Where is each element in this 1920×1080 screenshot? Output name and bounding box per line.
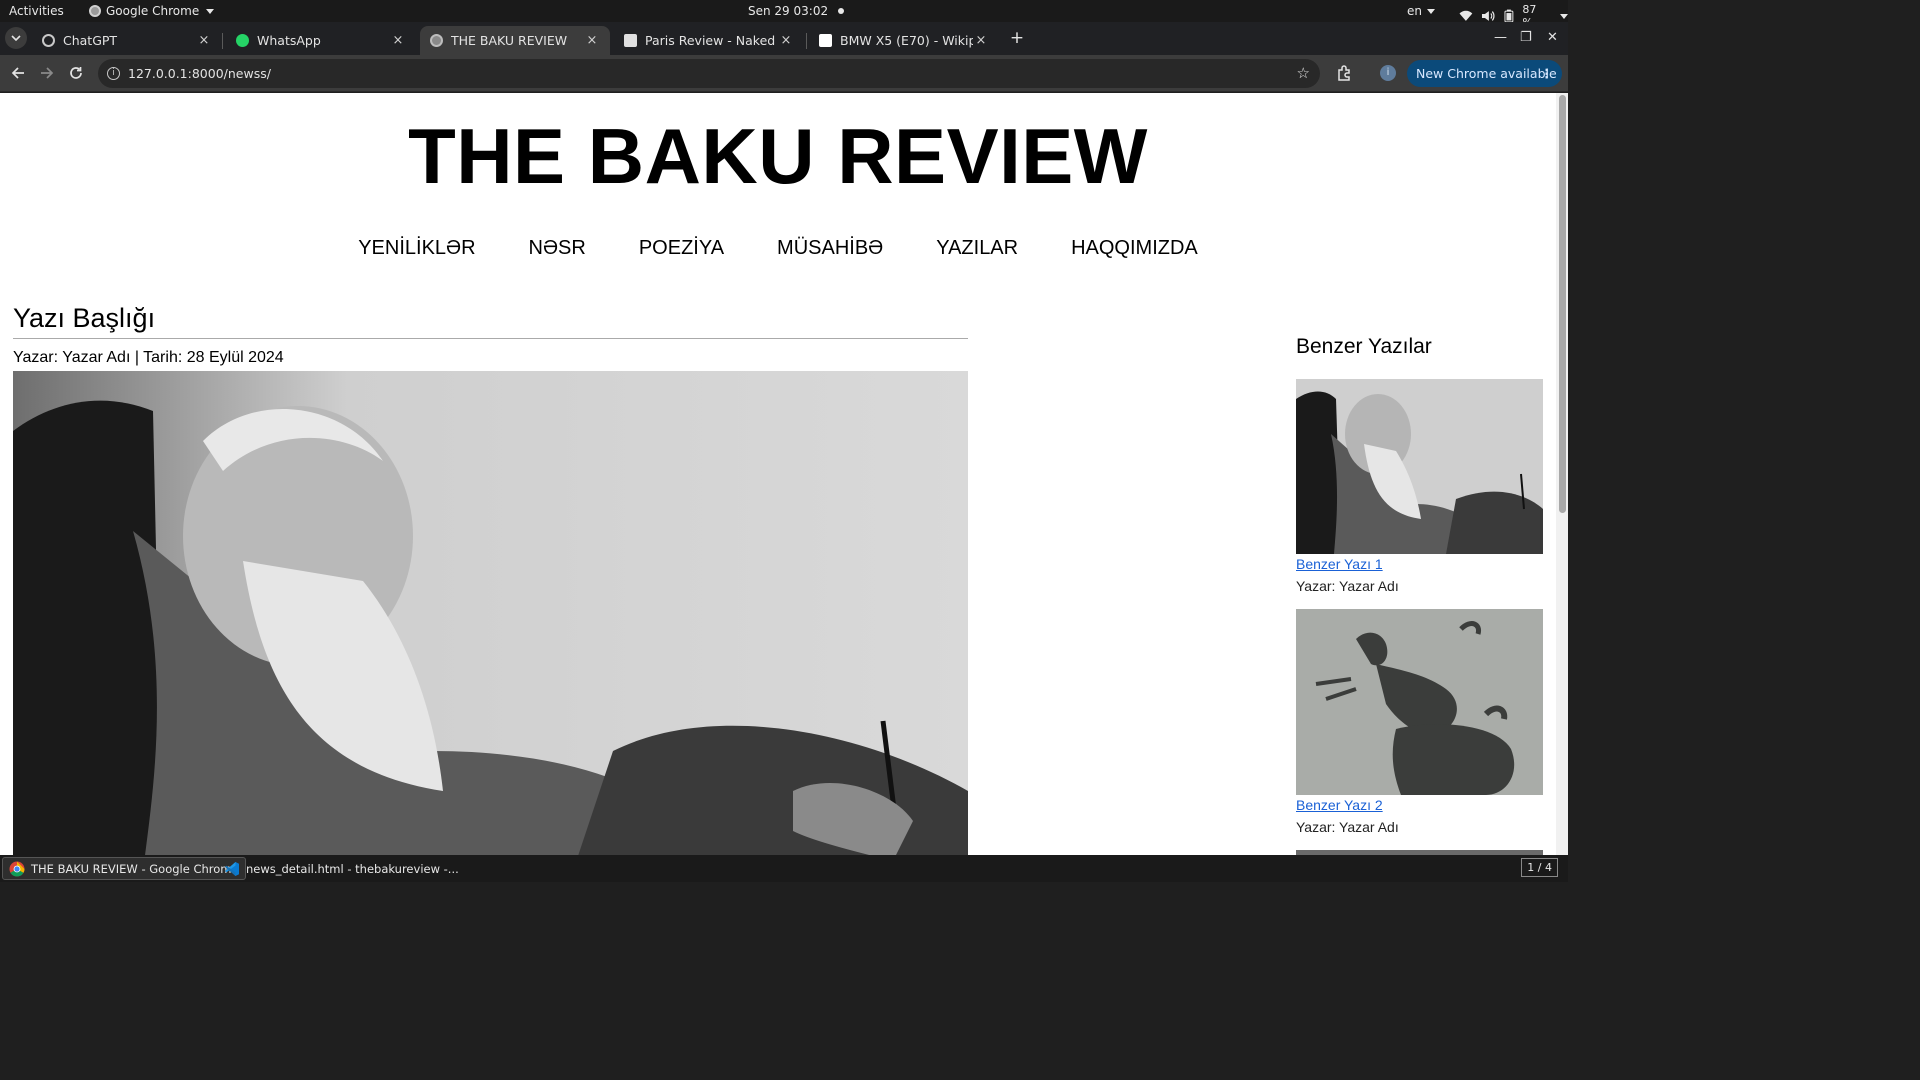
system-top-bar: Activities Google Chrome Sen 29 03:02 en… <box>0 0 1568 29</box>
update-label: New Chrome available <box>1416 66 1557 81</box>
nav-item-yenilikler[interactable]: YENİLİKLƏR <box>358 237 475 260</box>
tab-chatgpt[interactable]: ChatGPT × <box>32 26 222 55</box>
page-scrollbar[interactable] <box>1556 93 1568 855</box>
site-info-icon[interactable]: i <box>107 67 120 80</box>
arrow-left-icon <box>11 67 24 79</box>
address-url: 127.0.0.1:8000/newss/ <box>128 66 271 81</box>
wifi-icon <box>1459 10 1473 21</box>
volume-icon <box>1481 11 1495 21</box>
chatgpt-icon <box>42 34 55 47</box>
nav-item-haqqimizda[interactable]: HAQQIMIZDA <box>1071 237 1198 260</box>
taskbar-item-label: THE BAKU REVIEW - Google Chrome <box>31 861 239 876</box>
close-icon[interactable]: × <box>390 33 406 48</box>
related-link[interactable]: Benzer Yazı 2 <box>1296 797 1543 813</box>
chevron-down-icon <box>11 35 21 41</box>
reload-icon <box>70 67 82 79</box>
nav-item-poeziya[interactable]: POEZİYA <box>639 237 724 260</box>
article-hero-image <box>13 371 968 855</box>
address-bar[interactable]: i 127.0.0.1:8000/newss/ ☆ <box>98 59 1320 88</box>
nav-item-nesr[interactable]: NƏSR <box>529 237 586 260</box>
wikipedia-icon <box>819 34 832 47</box>
article-title: Yazı Başlığı <box>13 303 968 339</box>
chevron-down-icon <box>1559 13 1568 19</box>
paris-review-icon <box>624 34 637 47</box>
related-item: Benzer Yazı 1 Yazar: Yazar Adı <box>1296 379 1543 594</box>
portrait-photo <box>13 371 968 855</box>
forward-button[interactable] <box>38 64 56 82</box>
taskbar-item-label: news_detail.html - thebakureview -... <box>246 861 459 876</box>
chrome-icon <box>9 861 25 877</box>
app-menu-label: Google Chrome <box>106 4 200 18</box>
bookmark-star-icon[interactable]: ☆ <box>1297 64 1310 82</box>
tab-divider <box>806 33 807 49</box>
related-author: Yazar: Yazar Adı <box>1296 578 1399 594</box>
workspace-pager[interactable]: 1 / 4 <box>1521 858 1558 877</box>
tab-whatsapp[interactable]: WhatsApp × <box>226 26 416 55</box>
tab-search-button[interactable] <box>5 27 27 49</box>
vscode-icon <box>225 861 239 876</box>
close-icon[interactable]: × <box>584 33 600 48</box>
tab-strip: ChatGPT × WhatsApp × THE BAKU REVIEW × P… <box>0 22 1568 55</box>
tab-baku-review[interactable]: THE BAKU REVIEW × <box>420 26 610 55</box>
taskbar-item-vscode[interactable]: news_detail.html - thebakureview -... <box>218 857 465 880</box>
back-button[interactable] <box>9 64 27 82</box>
scrollbar-thumb[interactable] <box>1559 95 1566 513</box>
close-icon[interactable]: × <box>973 33 989 48</box>
battery-icon <box>1504 9 1513 23</box>
tab-title: ChatGPT <box>63 33 118 48</box>
site-title[interactable]: THE BAKU REVIEW <box>0 111 1556 202</box>
nav-item-yazilar[interactable]: YAZILAR <box>936 237 1018 260</box>
whatsapp-icon <box>236 34 249 47</box>
related-thumbnail[interactable] <box>1296 379 1543 554</box>
clock-label: Sen 29 03:02 <box>748 4 829 18</box>
app-menu[interactable]: Google Chrome <box>89 4 215 18</box>
page-viewport: THE BAKU REVIEW YENİLİKLƏR NƏSR POEZİYA … <box>0 93 1568 855</box>
sidebar-heading: Benzer Yazılar <box>1296 335 1432 358</box>
related-item: Benzer Yazı 2 Yazar: Yazar Adı <box>1296 609 1543 835</box>
related-sidebar: Benzer Yazılar Benzer Yazı 1 Yazar: Yaza… <box>1296 335 1543 855</box>
close-icon[interactable]: × <box>196 33 212 48</box>
taskbar: THE BAKU REVIEW - Google Chrome news_det… <box>0 855 1568 882</box>
related-link[interactable]: Benzer Yazı 1 <box>1296 556 1543 572</box>
arrow-right-icon <box>41 67 54 79</box>
chrome-update-button[interactable]: New Chrome available ⋮ <box>1407 60 1562 87</box>
tab-paris-review[interactable]: Paris Review - Naked × <box>614 26 804 55</box>
chevron-down-icon <box>206 8 215 14</box>
portrait-thumbnail <box>1296 379 1543 554</box>
article-meta: Yazar: Yazar Adı | Tarih: 28 Eylül 2024 <box>13 349 284 366</box>
activities-button[interactable]: Activities <box>9 4 64 18</box>
tab-title: THE BAKU REVIEW <box>451 33 568 48</box>
tab-wikipedia[interactable]: BMW X5 (E70) - Wikipedi × <box>809 26 999 55</box>
main-navigation: YENİLİKLƏR NƏSR POEZİYA MÜSAHİBƏ YAZILAR… <box>0 237 1556 260</box>
extensions-puzzle-icon[interactable] <box>1336 64 1354 82</box>
close-icon[interactable]: × <box>778 33 794 48</box>
tab-divider <box>222 33 223 49</box>
chevron-down-icon <box>1427 8 1435 14</box>
browser-toolbar: i 127.0.0.1:8000/newss/ ☆ i New Chrome a… <box>0 55 1568 92</box>
close-window-button[interactable]: ✕ <box>1547 30 1558 45</box>
new-tab-button[interactable]: + <box>1008 27 1026 49</box>
nav-item-musahibe[interactable]: MÜSAHİBƏ <box>777 237 883 260</box>
related-thumbnail[interactable] <box>1296 609 1543 795</box>
tab-title: BMW X5 (E70) - Wikipedi <box>840 33 973 48</box>
maximize-button[interactable]: ❐ <box>1520 30 1532 45</box>
silhouette-thumbnail <box>1296 609 1543 795</box>
related-author: Yazar: Yazar Adı <box>1296 819 1399 835</box>
profile-avatar[interactable]: i <box>1380 65 1396 81</box>
more-vert-icon[interactable]: ⋮ <box>1541 66 1554 81</box>
clock[interactable]: Sen 29 03:02 <box>748 4 845 18</box>
taskbar-item-chrome[interactable]: THE BAKU REVIEW - Google Chrome <box>2 857 246 880</box>
tab-title: WhatsApp <box>257 33 321 48</box>
minimize-button[interactable]: — <box>1494 30 1507 45</box>
tab-title: Paris Review - Naked <box>645 33 776 48</box>
chrome-app-icon <box>89 5 101 17</box>
article: Yazı Başlığı Yazar: Yazar Adı | Tarih: 2… <box>13 303 968 855</box>
globe-icon <box>430 34 443 47</box>
reload-button[interactable] <box>67 64 85 82</box>
language-selector[interactable]: en <box>1407 4 1435 18</box>
notification-dot-icon <box>838 8 845 14</box>
language-label: en <box>1407 4 1422 18</box>
